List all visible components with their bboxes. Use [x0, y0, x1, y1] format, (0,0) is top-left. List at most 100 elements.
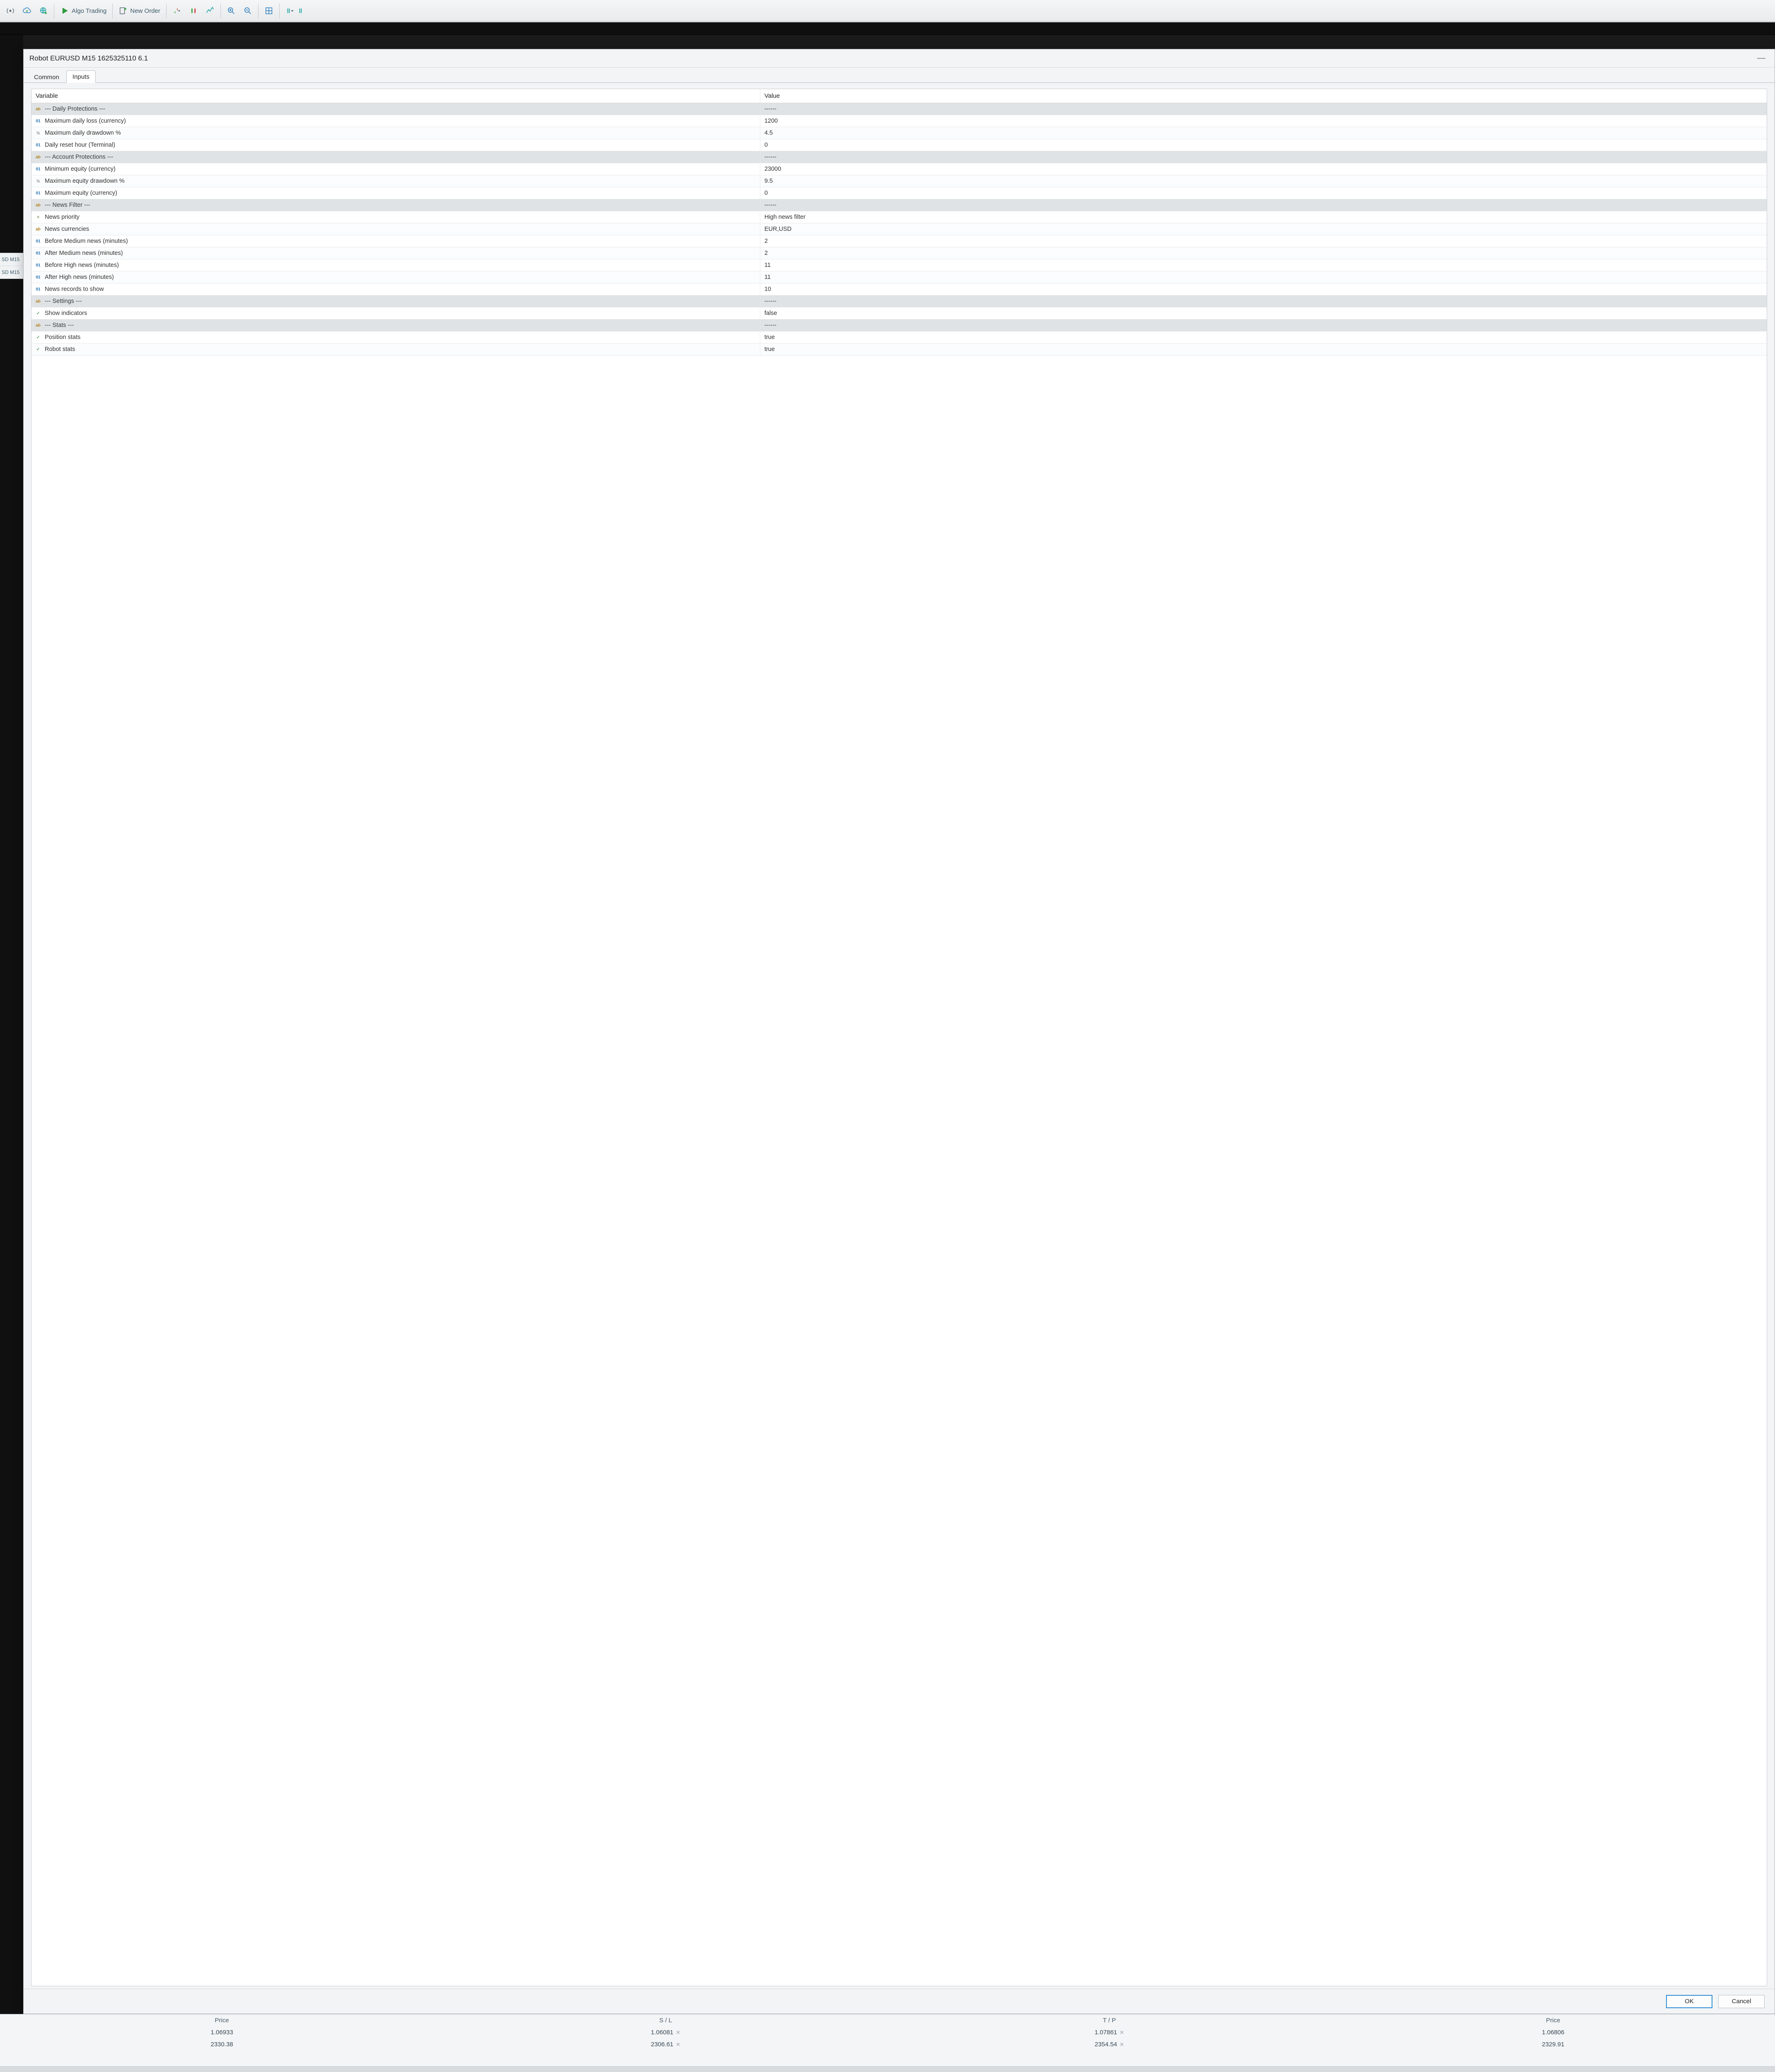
clear-sl-icon[interactable]: ✕: [676, 2041, 680, 2048]
input-value[interactable]: 11: [764, 274, 771, 281]
input-value[interactable]: 11: [764, 262, 771, 269]
type-chip-enum: ≡: [34, 214, 42, 220]
cancel-button[interactable]: Cancel: [1718, 1995, 1765, 2008]
input-row[interactable]: ½Maximum equity drawdown %9.5: [31, 175, 1767, 187]
trade-row[interactable]: 1.069331.06081 ✕1.07861 ✕1.06806: [0, 2026, 1775, 2038]
broadcast-button[interactable]: [2, 3, 18, 18]
input-value[interactable]: 0: [764, 142, 768, 148]
chart-area-sliver: [0, 35, 23, 2072]
grid-scroll[interactable]: ab--- Daily Protections ---------01Maxim…: [31, 103, 1767, 1986]
input-variable-name: Maximum daily drawdown %: [45, 130, 121, 136]
input-value[interactable]: 1200: [764, 118, 778, 124]
dialog-title: Robot EURUSD M15 1625325110 6.1: [29, 54, 148, 63]
input-value[interactable]: 4.5: [764, 130, 773, 136]
input-row[interactable]: ab--- Stats --- ------: [31, 320, 1767, 332]
input-row[interactable]: ✓Show indicatorsfalse: [31, 307, 1767, 320]
input-value[interactable]: ------: [764, 154, 776, 160]
zoom-in-button[interactable]: [223, 3, 239, 18]
col-sl[interactable]: S / L: [444, 2017, 888, 2024]
input-variable-name: Before Medium news (minutes): [45, 238, 128, 244]
globe-plus-icon: [39, 6, 48, 15]
input-row[interactable]: 01After High news (minutes)11: [31, 271, 1767, 283]
candles-step-button[interactable]: [169, 3, 185, 18]
trade-row[interactable]: 2330.382306.61 ✕2354.54 ✕2329.91: [0, 2038, 1775, 2050]
input-row[interactable]: 01Daily reset hour (Terminal)0: [31, 139, 1767, 151]
input-value[interactable]: ------: [764, 298, 776, 305]
chart-line-button[interactable]: [202, 3, 218, 18]
input-value[interactable]: ------: [764, 106, 776, 112]
col-variable-header[interactable]: Variable: [31, 89, 760, 103]
input-row[interactable]: 01Before Medium news (minutes)2: [31, 235, 1767, 247]
input-value[interactable]: 10: [764, 286, 771, 293]
input-value[interactable]: ------: [764, 202, 776, 208]
trade-sl: 2306.61 ✕: [444, 2041, 888, 2048]
algo-trading-button[interactable]: Algo Trading: [57, 3, 110, 18]
input-value[interactable]: 0: [764, 190, 768, 196]
input-value[interactable]: 2: [764, 250, 768, 257]
clear-tp-icon[interactable]: ✕: [1120, 2029, 1124, 2036]
dialog-tabs: Common Inputs: [24, 68, 1775, 82]
input-value[interactable]: High news filter: [764, 214, 805, 220]
tab-common[interactable]: Common: [28, 71, 65, 83]
dialog-titlebar[interactable]: Robot EURUSD M15 1625325110 6.1 —: [24, 49, 1775, 68]
input-row[interactable]: 01Maximum equity (currency)0: [31, 187, 1767, 199]
input-row[interactable]: 01Before High news (minutes)11: [31, 259, 1767, 271]
input-row[interactable]: ab--- Account Protections ---------: [31, 151, 1767, 163]
input-row[interactable]: ✓Robot statstrue: [31, 344, 1767, 356]
inputs-grid: Variable Value ab--- Daily Protections -…: [31, 89, 1767, 1986]
input-variable-name: News currencies: [45, 226, 89, 232]
tab-inputs[interactable]: Inputs: [66, 70, 96, 83]
chart-strip: [0, 22, 1775, 35]
col-tp[interactable]: T / P: [888, 2017, 1331, 2024]
input-row[interactable]: ab--- News Filter ---------: [31, 199, 1767, 211]
input-row[interactable]: ✓Position statstrue: [31, 332, 1767, 344]
minimize-button[interactable]: —: [1754, 53, 1769, 63]
zoom-out-button[interactable]: [240, 3, 256, 18]
input-variable-name: News records to show: [45, 286, 104, 293]
input-row[interactable]: 01News records to show 10: [31, 283, 1767, 295]
shift-end-button-2[interactable]: [299, 3, 304, 18]
clear-sl-icon[interactable]: ✕: [676, 2029, 680, 2036]
chart-tab[interactable]: SD M15: [0, 253, 23, 266]
input-row[interactable]: ½Maximum daily drawdown %4.5: [31, 127, 1767, 139]
globe-add-button[interactable]: [36, 3, 51, 18]
input-value[interactable]: EUR,USD: [764, 226, 791, 232]
trade-tp: 1.07861 ✕: [888, 2029, 1331, 2036]
grid-header: Variable Value: [31, 89, 1767, 103]
type-chip-ab: ab: [34, 322, 42, 329]
col-price[interactable]: Price: [0, 2017, 444, 2024]
input-variable-name: --- Stats ---: [45, 322, 74, 329]
input-row[interactable]: 01After Medium news (minutes)2: [31, 247, 1767, 259]
input-variable-name: Maximum daily loss (currency): [45, 118, 126, 124]
input-row[interactable]: ab--- Settings ---------: [31, 295, 1767, 307]
clear-tp-icon[interactable]: ✕: [1120, 2041, 1124, 2048]
input-row[interactable]: abNews currenciesEUR,USD: [31, 223, 1767, 235]
line-chart-icon: [206, 6, 215, 15]
input-row[interactable]: ab--- Daily Protections ---------: [31, 103, 1767, 115]
input-value[interactable]: false: [764, 310, 777, 317]
candles-pause-button[interactable]: [186, 3, 201, 18]
input-value[interactable]: 9.5: [764, 178, 773, 184]
shift-end-button[interactable]: [282, 3, 298, 18]
layout-grid-button[interactable]: [261, 3, 277, 18]
type-chip-int: 01: [34, 286, 42, 293]
new-order-icon: [118, 6, 128, 15]
input-value[interactable]: 23000: [764, 166, 781, 172]
input-value[interactable]: true: [764, 346, 775, 353]
candles-icon: [189, 6, 198, 15]
input-value[interactable]: true: [764, 334, 775, 341]
trade-sl: 1.06081 ✕: [444, 2029, 888, 2036]
cloud-upload-button[interactable]: [19, 3, 35, 18]
input-variable-name: Before High news (minutes): [45, 262, 119, 269]
type-chip-bool: ✓: [34, 310, 42, 317]
input-value[interactable]: ------: [764, 322, 776, 329]
new-order-button[interactable]: New Order: [115, 3, 164, 18]
input-value[interactable]: 2: [764, 238, 768, 244]
input-row[interactable]: 01Minimum equity (currency)23000: [31, 163, 1767, 175]
input-row[interactable]: 01Maximum daily loss (currency)1200: [31, 115, 1767, 127]
input-row[interactable]: ≡News priorityHigh news filter: [31, 211, 1767, 223]
ok-button[interactable]: OK: [1666, 1995, 1712, 2008]
col-value-header[interactable]: Value: [760, 89, 1767, 103]
col-price2[interactable]: Price: [1331, 2017, 1775, 2024]
chart-tab[interactable]: SD M15: [0, 266, 23, 279]
